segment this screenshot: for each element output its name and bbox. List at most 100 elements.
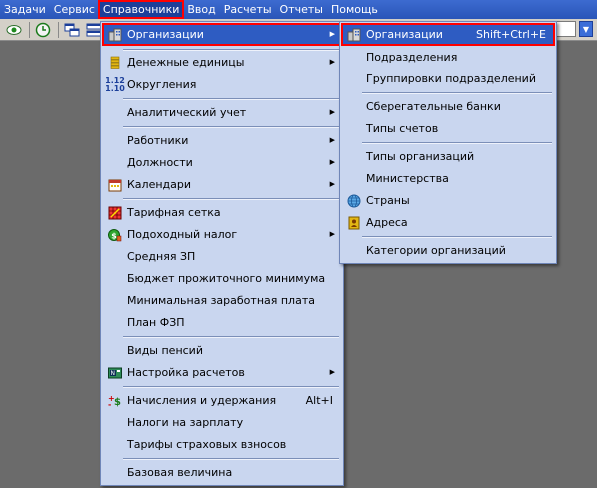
menu-item-label: Аналитический учет <box>127 106 247 119</box>
submenu-item-org-types[interactable]: Типы организаций <box>342 146 554 167</box>
menu-item-plan[interactable]: План ФЗП <box>103 312 341 333</box>
menu-item-employees[interactable]: Работники ▶ <box>103 130 341 151</box>
submenu-arrow-icon: ▶ <box>329 158 335 166</box>
menu-item-organizations[interactable]: Организации ▶ <box>102 23 342 46</box>
menu-separator <box>123 126 339 128</box>
directories-menu: Организации ▶ Денежные единицы ▶ 1.12 1.1… <box>100 21 344 486</box>
globe-icon <box>344 190 364 211</box>
menu-item-calc-settings[interactable]: N Настройка расчетов ▶ <box>103 362 341 383</box>
toolbar-separator <box>58 21 59 38</box>
svg-text:$: $ <box>114 397 121 408</box>
menu-item-label: Календари <box>127 178 192 191</box>
menu-item-shortcut: Shift+Ctrl+E <box>476 28 546 41</box>
menu-item-label: Бюджет прожиточного минимума <box>127 272 326 285</box>
submenu-item-account-types[interactable]: Типы счетов <box>342 118 554 139</box>
menu-item-label: Сберегательные банки <box>366 100 501 113</box>
menu-reports[interactable]: Отчеты <box>276 1 327 18</box>
menu-item-insurance[interactable]: Тарифы страховых взносов <box>103 434 341 455</box>
menu-item-label: Подразделения <box>366 51 458 64</box>
menu-item-label: Минимальная заработная плата <box>127 294 315 307</box>
menu-item-pensions[interactable]: Виды пенсий <box>103 340 341 361</box>
menu-item-avg-salary[interactable]: Средняя ЗП <box>103 246 341 267</box>
menu-item-label: Группировки подразделений <box>366 72 536 85</box>
menu-item-label: Округления <box>127 78 197 91</box>
address-book-icon <box>344 212 364 233</box>
svg-text:$: $ <box>111 231 117 240</box>
menu-service[interactable]: Сервис <box>50 1 99 18</box>
menu-calculations[interactable]: Расчеты <box>220 1 276 18</box>
toolbar-separator <box>29 21 30 38</box>
menu-item-label: Тарифная сетка <box>127 206 221 219</box>
rounding-icon: 1.12 1.10 <box>105 75 125 93</box>
menu-item-label: Базовая величина <box>127 466 233 479</box>
svg-text:-: - <box>108 400 111 408</box>
menu-item-label: Категории организаций <box>366 244 506 257</box>
menu-item-rounding[interactable]: 1.12 1.10 Округления <box>103 74 341 95</box>
menu-item-label: Настройка расчетов <box>127 366 245 379</box>
menu-item-shortcut: Alt+I <box>305 394 333 407</box>
menu-separator <box>123 198 339 200</box>
submenu-arrow-icon: ▶ <box>329 108 335 116</box>
menu-item-min-wage[interactable]: Минимальная заработная плата <box>103 290 341 311</box>
accruals-icon: + - $ <box>105 390 125 411</box>
menu-separator <box>362 142 552 144</box>
menu-tasks[interactable]: Задачи <box>0 1 50 18</box>
menu-item-label: Работники <box>127 134 189 147</box>
menu-item-label: Организации <box>127 28 204 41</box>
menu-item-currencies[interactable]: Денежные единицы ▶ <box>103 52 341 73</box>
menubar: Задачи Сервис Справочники Ввод Расчеты О… <box>0 0 597 19</box>
settings-icon: N <box>105 362 125 383</box>
menu-item-label: Типы счетов <box>366 122 439 135</box>
submenu-item-countries[interactable]: Страны <box>342 190 554 211</box>
menu-input[interactable]: Ввод <box>183 1 219 18</box>
menu-separator <box>123 386 339 388</box>
income-tax-icon: $ <box>105 224 125 245</box>
tariff-grid-icon <box>105 202 125 223</box>
menu-item-income-tax[interactable]: $ Подоходный налог ▶ <box>103 224 341 245</box>
coins-icon <box>105 52 125 73</box>
calendar-icon <box>105 174 125 195</box>
menu-item-label: Страны <box>366 194 410 207</box>
menu-item-analytic[interactable]: Аналитический учет ▶ <box>103 102 341 123</box>
submenu-item-savings-banks[interactable]: Сберегательные банки <box>342 96 554 117</box>
submenu-arrow-icon: ▶ <box>329 58 335 66</box>
eye-icon[interactable] <box>4 21 24 39</box>
menu-item-positions[interactable]: Должности ▶ <box>103 152 341 173</box>
menu-separator <box>123 336 339 338</box>
menu-item-tariff[interactable]: Тарифная сетка <box>103 202 341 223</box>
menu-item-calendars[interactable]: Календари ▶ <box>103 174 341 195</box>
menu-help[interactable]: Помощь <box>327 1 382 18</box>
menu-item-base-value[interactable]: Базовая величина <box>103 462 341 483</box>
submenu-item-organizations[interactable]: Организации Shift+Ctrl+E <box>341 23 555 46</box>
menu-separator <box>362 236 552 238</box>
toolbar-dropdown-button[interactable]: ▼ <box>579 21 593 37</box>
submenu-arrow-icon: ▶ <box>329 368 335 376</box>
submenu-arrow-icon: ▶ <box>329 30 335 38</box>
organizations-submenu: Организации Shift+Ctrl+E Подразделения Г… <box>339 21 557 264</box>
clock-icon[interactable] <box>33 21 53 39</box>
menu-item-label: Тарифы страховых взносов <box>127 438 287 451</box>
menu-item-label: Адреса <box>366 216 408 229</box>
menu-item-label: Организации <box>366 28 443 41</box>
menu-item-living-wage[interactable]: Бюджет прожиточного минимума <box>103 268 341 289</box>
submenu-item-addresses[interactable]: Адреса <box>342 212 554 233</box>
submenu-arrow-icon: ▶ <box>329 230 335 238</box>
svg-text:N: N <box>111 370 116 377</box>
organizations-icon <box>105 24 125 45</box>
submenu-item-org-categories[interactable]: Категории организаций <box>342 240 554 261</box>
menu-separator <box>362 92 552 94</box>
menu-item-payroll-taxes[interactable]: Налоги на зарплату <box>103 412 341 433</box>
menu-item-label: Министерства <box>366 172 449 185</box>
submenu-item-ministries[interactable]: Министерства <box>342 168 554 189</box>
submenu-item-divisions[interactable]: Подразделения <box>342 47 554 68</box>
menu-item-label: Денежные единицы <box>127 56 245 69</box>
cascade-windows-icon[interactable] <box>62 21 82 39</box>
submenu-item-division-groups[interactable]: Группировки подразделений <box>342 68 554 89</box>
menu-directories[interactable]: Справочники <box>97 0 185 19</box>
menu-item-label: Виды пенсий <box>127 344 203 357</box>
menu-item-accruals[interactable]: + - $ Начисления и удержания Alt+I <box>103 390 341 411</box>
submenu-arrow-icon: ▶ <box>329 136 335 144</box>
submenu-arrow-icon: ▶ <box>329 180 335 188</box>
menu-item-label: Налоги на зарплату <box>127 416 244 429</box>
menu-separator <box>123 98 339 100</box>
